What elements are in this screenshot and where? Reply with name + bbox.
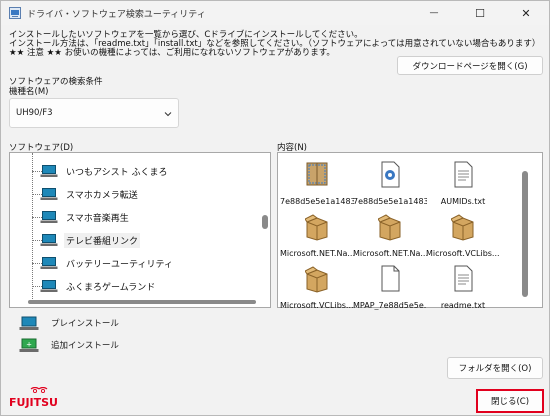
software-item-label: スマホ音楽再生 [66,213,129,224]
file-name: Microsoft.NET.Na... [280,249,354,258]
software-item-label: ふくまろゲームランド [66,282,156,293]
blank-file-icon [381,265,400,292]
file-name: 7e88d5e5e1a1483... [280,197,354,206]
file-item[interactable]: MPAP_7e88d5e5e... [353,261,427,323]
laptop-icon [40,256,58,269]
model-select-value: UH90/F3 [16,108,53,118]
legend-additional-label: 追加インストール [51,341,119,351]
software-item-label: バッテリーユーティリティ [66,259,173,270]
file-name: MPAP_7e88d5e5e... [353,301,427,310]
close-window-button[interactable]: ✕ [503,1,549,25]
text-file-icon [454,161,473,188]
close-icon: ✕ [521,6,531,20]
package-icon [306,162,328,186]
software-tree-hscrollbar[interactable] [28,300,256,304]
software-item[interactable]: テレビ番組リンク [40,230,141,250]
minimize-icon: — [429,8,439,18]
minimize-button[interactable]: — [411,1,457,25]
laptop-icon [19,316,39,330]
software-item-label: いつもアシスト ふくまろ [66,167,168,178]
software-item[interactable]: ふくまろゲームランド [40,276,157,296]
chevron-down-icon [164,112,172,117]
software-tree[interactable]: いつもアシスト ふくまろ スマホカメラ転送 スマホ音楽再生テレビ番組リンクバッテリー… [9,152,271,308]
contents-panel[interactable]: 7e88d5e5e1a1483...7e88d5e5e1a1483... AUMI… [277,152,543,310]
file-item[interactable]: Microsoft.VCLibs.... [280,261,354,323]
model-select[interactable]: UH90/F3 [9,98,179,128]
settings-file-icon [381,161,400,188]
box-icon [378,214,401,241]
file-item[interactable]: readme.txt [426,261,500,323]
box-icon [305,214,328,241]
tree-connector-line [32,153,33,303]
software-tree-scrollbar[interactable] [262,215,268,229]
contents-scrollbar[interactable] [522,171,528,297]
instruction-line-3: ★★ 注意 ★★ お使いの機種によっては、ご利用になれないソフトウェアがあります… [9,48,335,58]
legend-preinstall-label: プレインストール [51,319,119,329]
file-name: readme.txt [440,301,486,310]
open-folder-button[interactable]: フォルダを開く(O) [447,357,543,379]
laptop-add-icon: + [19,338,39,352]
software-item[interactable]: スマホ音楽再生 [40,207,131,227]
laptop-icon [40,164,58,177]
text-file-icon [454,265,473,292]
software-item-label: テレビ番組リンク [64,232,141,248]
model-name-label: 機種名(M) [9,87,49,97]
file-name: AUMIDs.txt [440,197,486,206]
close-button[interactable]: 閉じる(C) [476,389,544,413]
box-icon [451,214,474,241]
legend-additional: + 追加インストール [19,337,119,353]
app-window: ドライバ・ソフトウェア検索ユーティリティ — ☐ ✕ インストールしたいソフトウ… [0,0,550,416]
maximize-button[interactable]: ☐ [457,1,503,25]
software-item-label: スマホカメラ転送 [66,190,138,201]
legend-preinstall: プレインストール [19,315,119,331]
download-page-button[interactable]: ダウンロードページを開く(G) [397,56,543,75]
software-item[interactable]: いつもアシスト ふくまろ [40,161,170,181]
svg-text:FUJITSU: FUJITSU [9,396,58,409]
file-name: 7e88d5e5e1a1483... [353,197,427,206]
laptop-icon [40,233,58,246]
laptop-icon [40,210,58,223]
laptop-icon [40,187,58,200]
file-name: Microsoft.NET.Na... [353,249,427,258]
box-icon [305,266,328,293]
fujitsu-logo: FUJITSU [9,386,61,411]
title-bar: ドライバ・ソフトウェア検索ユーティリティ — ☐ ✕ [1,1,549,25]
fujitsu-logo-mark: FUJITSU [9,386,58,409]
laptop-icon [40,279,58,292]
app-icon [9,7,21,19]
svg-text:+: + [26,340,32,348]
software-item[interactable]: バッテリーユーティリティ [40,253,175,273]
maximize-icon: ☐ [475,6,485,20]
file-name: Microsoft.VCLibs.... [426,249,500,258]
window-title: ドライバ・ソフトウェア検索ユーティリティ [27,10,206,20]
file-name: Microsoft.VCLibs.... [280,301,354,310]
software-item[interactable]: スマホカメラ転送 [40,184,140,204]
